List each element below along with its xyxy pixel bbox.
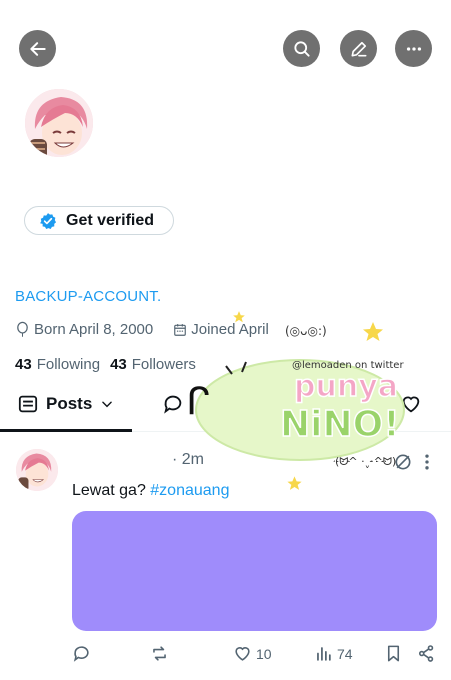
like-count: 10 (256, 645, 272, 662)
arrow-left-icon (29, 41, 46, 56)
repost-button[interactable] (150, 644, 173, 663)
post-more-icon[interactable] (422, 452, 432, 472)
edit-button[interactable] (340, 30, 377, 67)
bookmark-icon (387, 645, 400, 662)
sticker-credit: @lemoaden on twitter (292, 360, 404, 371)
post-text: Lewat ga? #zonauang (72, 482, 229, 500)
repost-icon (153, 646, 166, 661)
ellipsis-icon (406, 46, 421, 51)
post-hashtag[interactable]: #zonauang (150, 482, 229, 499)
search-button[interactable] (283, 30, 320, 67)
view-count: 74 (337, 645, 353, 662)
heart-icon (235, 647, 250, 661)
tab-posts-label: Posts (46, 394, 93, 413)
calendar-icon (174, 323, 187, 336)
views-button[interactable]: 74 (314, 644, 353, 663)
follow-stats: 43 Following 43 Followers (15, 356, 206, 373)
get-verified-label: Get verified (66, 211, 155, 229)
sticker-face-time: (ᗢ^ ·ˬ·^ᗢ) (335, 455, 397, 468)
more-button[interactable] (395, 30, 432, 67)
following-label: Following (36, 356, 101, 373)
get-verified-button[interactable]: Get verified (24, 206, 174, 235)
reply-button[interactable] (72, 644, 95, 663)
back-button[interactable] (19, 30, 56, 67)
following-link[interactable]: 43 Following (15, 356, 100, 373)
joined-text: Joined April (191, 321, 269, 338)
post-media[interactable] (72, 511, 437, 631)
post-text-body: Lewat ga? (72, 482, 151, 499)
profile-avatar[interactable] (22, 86, 96, 160)
tab-posts[interactable]: Posts (18, 394, 114, 414)
balloon-icon (17, 321, 28, 337)
born-info: Born April 8, 2000 (15, 321, 153, 338)
post-author-avatar[interactable] (16, 449, 58, 491)
star-icon (233, 311, 245, 323)
pencil-icon (351, 41, 366, 57)
followers-label: Followers (131, 356, 196, 373)
star-icon (363, 322, 383, 341)
reply-icon (73, 646, 89, 662)
share-icon (418, 645, 434, 662)
joined-info: Joined April (173, 321, 269, 338)
posts-tab-icon (18, 395, 38, 413)
verified-badge-icon (40, 212, 57, 229)
star-icon (287, 476, 302, 490)
chevron-down-icon (102, 401, 113, 408)
followers-count: 43 (110, 356, 127, 373)
profile-handle: BACKUP-ACCOUNT. (15, 288, 162, 305)
profile-tabs: Posts (0, 388, 451, 432)
views-chart-icon (317, 647, 331, 661)
post-timestamp: · 2m (172, 451, 204, 468)
share-button[interactable] (417, 644, 436, 663)
search-icon (293, 40, 310, 57)
post-actions: 10 74 (72, 644, 442, 666)
bookmark-button[interactable] (384, 644, 403, 663)
born-text: Born April 8, 2000 (34, 321, 154, 338)
tab-likes-icon[interactable] (400, 393, 422, 415)
followers-link[interactable]: 43 Followers (110, 356, 196, 373)
sticker-face-joined: (◎ᴗ◎:) (285, 324, 327, 338)
profile-meta: Born April 8, 2000 Joined April (15, 321, 289, 338)
like-button[interactable]: 10 (233, 644, 272, 663)
following-count: 43 (15, 356, 32, 373)
tab-replies-icon[interactable] (162, 393, 184, 415)
active-tab-indicator (0, 429, 132, 432)
